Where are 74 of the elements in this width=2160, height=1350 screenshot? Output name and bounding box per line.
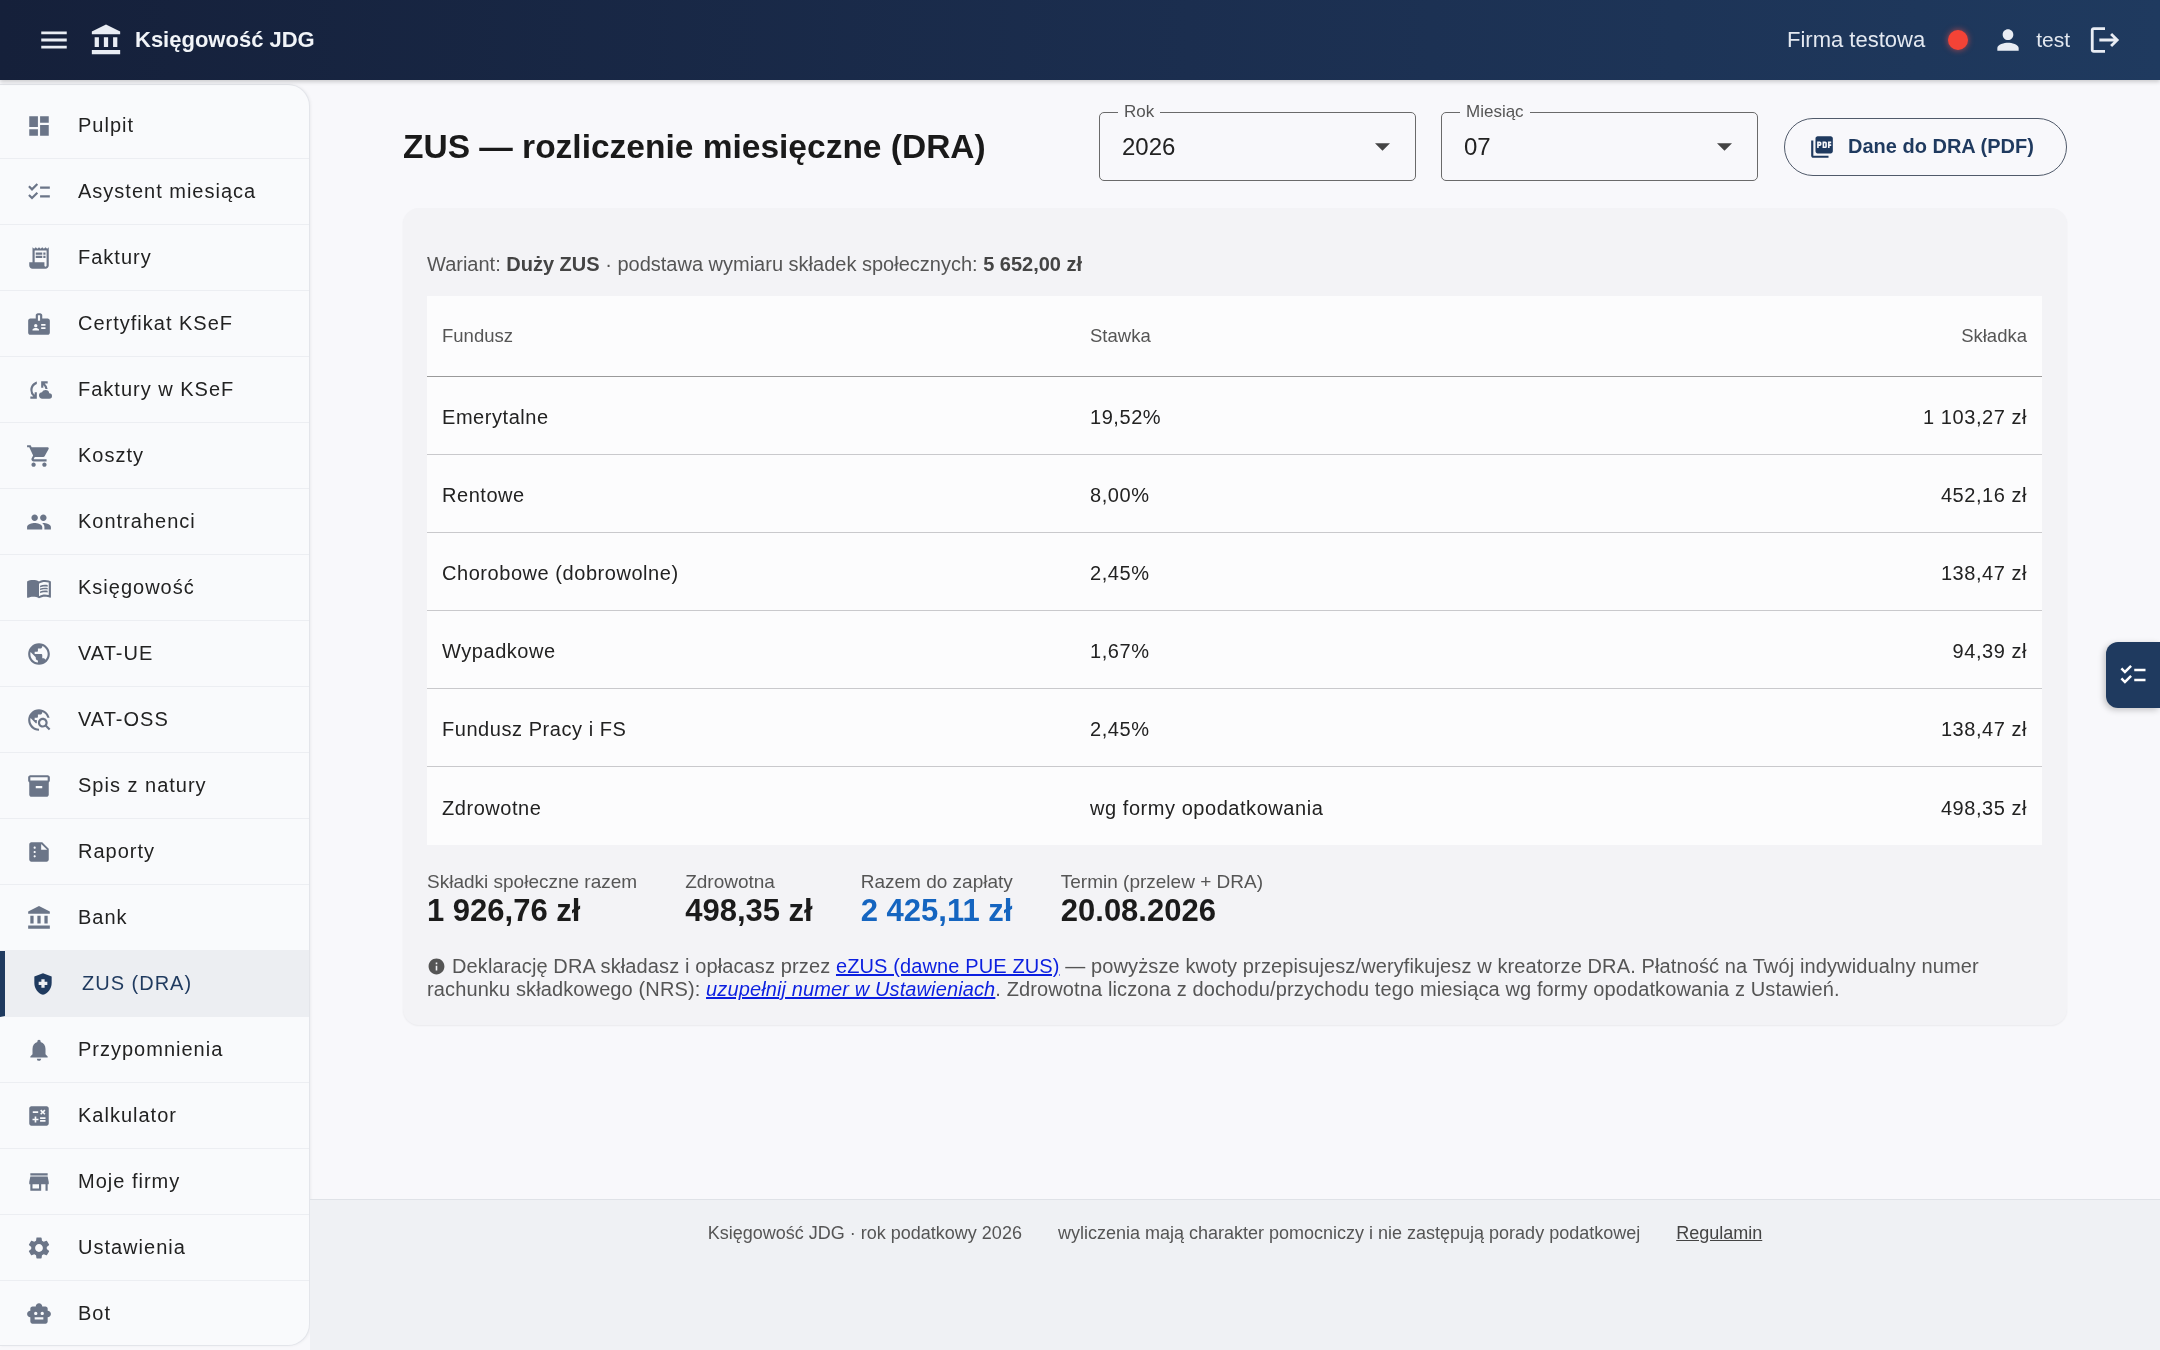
sidebar-item[interactable]: Pulpit	[0, 93, 309, 159]
total-label: Termin (przelew + DRA)	[1060, 871, 1263, 893]
column-header: Składka	[1960, 325, 2028, 347]
table-cell-text: Emerytalne	[441, 406, 550, 429]
archive-box-icon	[26, 772, 52, 799]
table-cell-text: Chorobowe (dobrowolne)	[441, 562, 680, 585]
terms-link[interactable]: Regulamin	[1676, 1222, 1763, 1244]
footer-text: wyliczenia mają charakter pomocniczy i nie zastępują porady podatkowej	[1057, 1222, 1641, 1244]
table-cell-text: 19,52%	[1089, 406, 1163, 429]
sidebar-item[interactable]: Asystent miesiąca	[0, 159, 309, 225]
table-cell-text: Wypadkowe	[441, 640, 557, 663]
sidebar-item[interactable]: Faktury w KSeF	[0, 357, 309, 423]
sidebar-item[interactable]: VAT-OSS	[0, 687, 309, 753]
table-cell-text: 498,35 zł	[1939, 796, 2028, 820]
sidebar-item[interactable]: VAT-UE	[0, 621, 309, 687]
table-cell-text: 2,45%	[1089, 718, 1151, 741]
caret-icon	[1375, 142, 1390, 151]
total-amount: 2 425,11 zł	[860, 893, 1013, 929]
ezus-link[interactable]: eZUS (dawne PUE ZUS)	[835, 955, 1060, 977]
id-badge-icon	[26, 310, 52, 337]
sidebar-item[interactable]: ZUS (DRA)	[0, 951, 309, 1017]
total-label: Razem do zapłaty	[860, 871, 1013, 893]
table-cell-text: 2,45%	[1089, 562, 1151, 585]
caret-icon	[1717, 142, 1732, 151]
sidebar-item[interactable]: Ustawienia	[0, 1215, 309, 1281]
sidebar-item[interactable]: Kontrahenci	[0, 489, 309, 555]
table-cell-text: wg formy opodatkowania	[1089, 796, 1325, 820]
column-header: Fundusz	[441, 325, 514, 347]
table-cell-text: Rentowe	[441, 484, 526, 507]
table-cell-text: 94,39 zł	[1951, 640, 2028, 663]
bank-icon	[26, 904, 52, 931]
info-note: Deklarację DRA składasz i opłacasz przez eZUS (dawne PUE ZUS) — powyższe kwoty przepisujesz/weryfikujesz w kreatorze DRA. Płatność na Twój indywidualny numer rachunku składkowego (NRS): uzupełnij numer w Ustawieniach. Zdrowotna liczona z dochodu/przychodu tego miesiąca wg formy opodatkowania z Ustawień.	[427, 955, 1980, 1001]
sidebar-item[interactable]: Księgowość	[0, 555, 309, 621]
total-label: Zdrowotna	[685, 871, 776, 893]
table-cell-text: 138,47 zł	[1939, 562, 2028, 585]
cart-icon	[26, 442, 52, 469]
globe-search-icon	[26, 706, 52, 733]
table-cell-text: 138,47 zł	[1939, 718, 2028, 741]
sidebar-item[interactable]: Bot	[0, 1281, 309, 1345]
pdf-file-icon	[1809, 133, 1835, 160]
table-cell-text: 1 103,27 zł	[1922, 406, 2028, 429]
sidebar-item[interactable]: Kalkulator	[0, 1083, 309, 1149]
total-label: Składki społeczne razem	[427, 871, 638, 893]
settings-link[interactable]: uzupełnij numer w Ustawieniach	[706, 978, 996, 1000]
table-cell-text: 8,00%	[1089, 484, 1151, 507]
bank-icon	[89, 23, 123, 57]
total-amount: 20.08.2026	[1060, 893, 1217, 929]
table-cell-text: Zdrowotne	[441, 796, 543, 820]
column-header: Stawka	[1089, 325, 1152, 347]
robot-icon	[26, 1300, 52, 1327]
total-amount: 498,35 zł	[685, 893, 813, 929]
table-cell-text: 1,67%	[1089, 640, 1151, 663]
sidebar-item[interactable]: Raporty	[0, 819, 309, 885]
app-title: Księgowość JDG	[135, 27, 315, 53]
sidebar-item[interactable]: Moje firmy	[0, 1149, 309, 1215]
sidebar-item[interactable]: Faktury	[0, 225, 309, 291]
info-icon	[427, 957, 446, 976]
table-cell-text: Fundusz Pracy i FS	[441, 718, 628, 741]
globe-icon	[26, 640, 52, 667]
sidebar-item[interactable]: Certyfikat KSeF	[0, 291, 309, 357]
page-title: ZUS — rozliczenie miesięczne (DRA)	[403, 127, 987, 166]
checklist-tab[interactable]	[2106, 642, 2160, 708]
company-name: Firma testowa	[1787, 27, 1926, 53]
user-name: test	[2036, 28, 2070, 52]
variant-summary: Wariant: Duży ZUS · podstawa wymiaru składek społecznych: 5 652,00 zł	[427, 252, 1084, 276]
sidebar-item[interactable]: Spis z natury	[0, 753, 309, 819]
receipt-icon	[26, 244, 52, 271]
field-label: Miesiąc	[1460, 102, 1530, 122]
table-cell-text: 452,16 zł	[1939, 484, 2028, 507]
sidebar-item[interactable]: Przypomnienia	[0, 1017, 309, 1083]
sidebar-item[interactable]: Koszty	[0, 423, 309, 489]
status-dot-icon	[1948, 30, 1969, 50]
total-amount: 1 926,76 zł	[427, 893, 582, 929]
footer-text: Księgowość JDG · rok podatkowy 2026	[707, 1222, 1022, 1244]
